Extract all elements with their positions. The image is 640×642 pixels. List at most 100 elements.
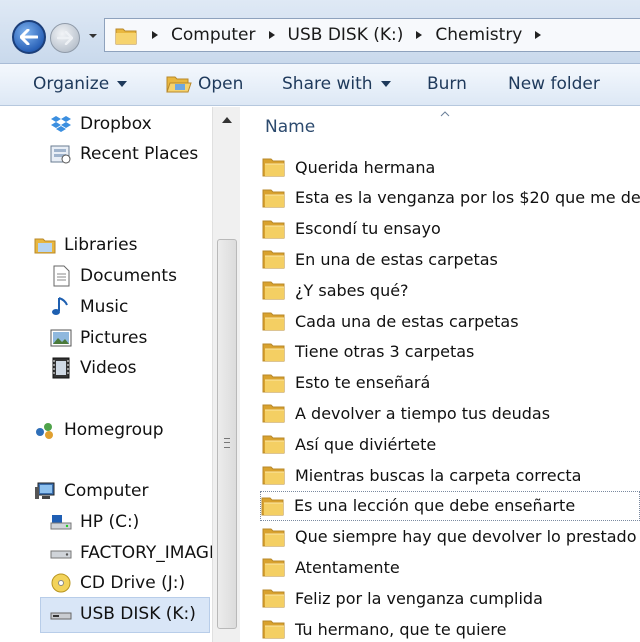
breadcrumb-computer[interactable]: Computer: [171, 25, 256, 45]
breadcrumb-separator-icon[interactable]: [534, 30, 542, 40]
nav-item-label: Libraries: [64, 235, 138, 255]
chevron-up-icon: [222, 117, 232, 123]
folder-name: Mientras buscas la carpeta correcta: [295, 465, 582, 485]
nav-item-label: Pictures: [80, 328, 148, 348]
folder-icon: [262, 248, 286, 270]
arrow-left-icon: [20, 29, 38, 45]
nav-item-factory-image[interactable]: FACTORY_IMAGI: [50, 542, 214, 564]
folder-icon: [262, 618, 286, 640]
share-with-button[interactable]: Share with: [282, 74, 391, 94]
folder-row[interactable]: Tu hermano, que te quiere: [262, 614, 640, 642]
new-folder-button[interactable]: New folder: [508, 74, 600, 94]
folder-row[interactable]: Mientras buscas la carpeta correcta: [262, 460, 640, 490]
open-button[interactable]: Open: [166, 74, 243, 94]
breadcrumb-usb-disk[interactable]: USB DISK (K:): [288, 25, 404, 45]
navigation-pane: Dropbox Recent Places Libraries Document…: [0, 107, 240, 642]
folder-icon: [262, 218, 286, 240]
folder-row[interactable]: Es una lección que debe enseñarte: [260, 490, 640, 521]
folder-icon: [262, 433, 286, 455]
music-icon: [50, 296, 72, 318]
nav-item-label: Documents: [80, 266, 177, 286]
pictures-icon: [50, 327, 72, 349]
folder-icon: [262, 341, 286, 363]
nav-item-label: Dropbox: [80, 114, 152, 134]
folder-name: Es una lección que debe enseñarte: [294, 496, 576, 516]
folder-name: Tiene otras 3 carpetas: [295, 342, 475, 362]
scroll-thumb[interactable]: [217, 239, 237, 629]
homegroup-icon: [34, 419, 56, 441]
hard-drive-icon: [50, 511, 72, 533]
folder-icon: [262, 526, 286, 548]
arrow-right-icon: [57, 31, 73, 45]
folder-row[interactable]: Esta es la venganza por los $20 que me d…: [262, 183, 640, 213]
nav-item-recent-places[interactable]: Recent Places: [50, 143, 198, 165]
folder-name: ¿Y sabes qué?: [295, 280, 409, 300]
folder-row[interactable]: Esto te enseñará: [262, 368, 640, 398]
breadcrumb-separator-icon[interactable]: [268, 30, 276, 40]
breadcrumb-chemistry[interactable]: Chemistry: [435, 25, 522, 45]
folder-icon: [261, 495, 285, 517]
folder-icon: [262, 279, 286, 301]
column-header-name[interactable]: Name: [265, 117, 315, 137]
folder-row[interactable]: A devolver a tiempo tus deudas: [262, 398, 640, 428]
folder-row[interactable]: Feliz por la venganza cumplida: [262, 583, 640, 613]
nav-scrollbar[interactable]: [212, 107, 240, 642]
folder-name: Cada una de estas carpetas: [295, 311, 519, 331]
usb-drive-icon: [50, 603, 72, 625]
nav-item-dropbox[interactable]: Dropbox: [50, 113, 152, 135]
forward-button[interactable]: [50, 23, 80, 53]
folder-icon: [262, 402, 286, 424]
nav-item-label: Recent Places: [80, 144, 199, 164]
folder-row[interactable]: Escondí tu ensayo: [262, 214, 640, 244]
folder-row[interactable]: Atentamente: [262, 552, 640, 582]
organize-label: Organize: [33, 74, 110, 94]
scroll-up-button[interactable]: [213, 107, 241, 133]
folder-row[interactable]: Tiene otras 3 carpetas: [262, 337, 640, 367]
address-bar[interactable]: Computer USB DISK (K:) Chemistry: [104, 18, 640, 52]
folder-name: Esto te enseñará: [295, 373, 431, 393]
open-folder-icon: [166, 74, 192, 94]
nav-item-cd-drive[interactable]: CD Drive (J:): [50, 572, 185, 594]
folder-name: Esta es la venganza por los $20 que me d…: [295, 188, 640, 208]
share-with-label: Share with: [282, 74, 373, 94]
nav-item-drive-c[interactable]: HP (C:): [50, 511, 139, 533]
documents-icon: [50, 265, 72, 287]
folder-name: Querida hermana: [295, 157, 436, 177]
folder-icon: [262, 372, 286, 394]
nav-item-label: HP (C:): [80, 512, 140, 532]
nav-item-pictures[interactable]: Pictures: [50, 327, 147, 349]
nav-item-music[interactable]: Music: [50, 296, 128, 318]
nav-item-label: CD Drive (J:): [80, 573, 186, 593]
folder-row[interactable]: Así que diviértete: [262, 429, 640, 459]
folder-name: A devolver a tiempo tus deudas: [295, 403, 551, 423]
folder-row[interactable]: ¿Y sabes qué?: [262, 275, 640, 305]
nav-item-label: Music: [80, 297, 129, 317]
folder-row[interactable]: Que siempre hay que devolver lo prestado: [262, 522, 640, 552]
folder-icon: [262, 587, 286, 609]
nav-item-homegroup[interactable]: Homegroup: [34, 419, 164, 441]
organize-button[interactable]: Organize: [33, 74, 128, 94]
burn-button[interactable]: Burn: [427, 74, 467, 94]
back-button[interactable]: [12, 20, 46, 54]
chevron-down-icon: [380, 80, 391, 88]
nav-item-computer[interactable]: Computer: [34, 480, 149, 502]
recent-pages-dropdown[interactable]: [88, 31, 98, 41]
nav-item-documents[interactable]: Documents: [50, 265, 177, 287]
folder-row[interactable]: En una de estas carpetas: [262, 244, 640, 274]
nav-item-label: FACTORY_IMAGI: [80, 543, 214, 563]
folder-row[interactable]: Cada una de estas carpetas: [262, 306, 640, 336]
address-row: Computer USB DISK (K:) Chemistry: [0, 0, 640, 64]
folder-icon: [262, 310, 286, 332]
folder-name: Que siempre hay que devolver lo prestado: [295, 527, 637, 547]
folder-name: Feliz por la venganza cumplida: [295, 588, 543, 608]
breadcrumb-separator-icon[interactable]: [415, 30, 423, 40]
drive-icon: [50, 542, 72, 564]
breadcrumb-separator-icon[interactable]: [151, 30, 159, 40]
nav-item-videos[interactable]: Videos: [50, 357, 137, 379]
nav-item-usb-disk[interactable]: USB DISK (K:): [50, 603, 196, 625]
nav-item-label: USB DISK (K:): [80, 604, 196, 624]
folder-row[interactable]: Querida hermana: [262, 152, 640, 182]
nav-item-libraries[interactable]: Libraries: [34, 234, 137, 256]
recent-places-icon: [50, 143, 72, 165]
chevron-down-icon: [89, 34, 97, 38]
